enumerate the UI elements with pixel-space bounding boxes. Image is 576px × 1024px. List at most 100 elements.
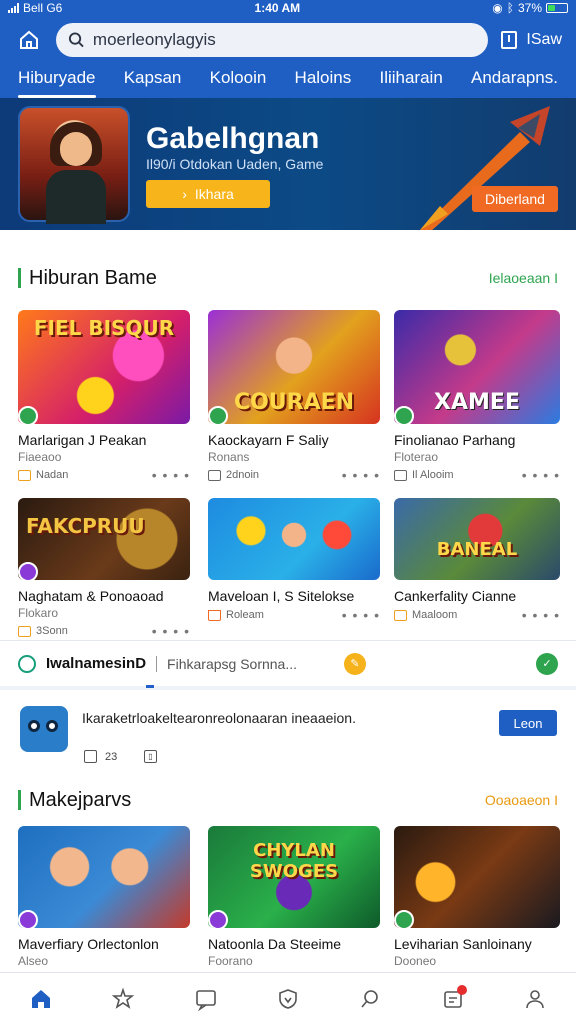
search-icon	[68, 32, 84, 48]
game-title: Natoonla Da Steeime	[208, 936, 342, 952]
comment-stat[interactable]: 23	[84, 750, 117, 763]
game-thumbnail: CHYLAN SWOGES	[208, 826, 380, 928]
nav-profile[interactable]	[515, 979, 555, 1019]
game-thumbnail-text: XAMEE	[434, 389, 520, 415]
play-icon: ›	[182, 186, 187, 202]
signal-icon	[8, 3, 19, 13]
banner-play-button[interactable]: › Ikhara	[146, 180, 270, 208]
game-thumbnail-text: FAKCPRUU	[26, 514, 145, 538]
game-meta: 2dnoin	[226, 469, 260, 481]
search-icon	[361, 989, 379, 1008]
game-subtitle: Foorano	[208, 954, 253, 968]
search-input[interactable]	[92, 30, 477, 50]
notification-badge	[456, 984, 467, 995]
game-title: Naghatam & Ponoaoad	[18, 588, 164, 604]
game-thumbnail: COURAEN	[208, 310, 380, 424]
platform-badge-icon	[18, 562, 38, 580]
nav-search[interactable]	[350, 979, 390, 1019]
game-thumbnail: BANEAL	[394, 498, 560, 580]
tab-kapsan[interactable]: Kapsan	[124, 68, 182, 98]
promo-banner[interactable]: Gabelhgnan Il90/i Otdokan Uaden, Game › …	[0, 98, 576, 230]
check-icon[interactable]: ✓	[536, 652, 558, 675]
section-header-hiburan: Hiburan Bame Ielaoeaan I	[18, 266, 558, 290]
game-card[interactable]: Maveloan I, S Sitelokse Roleam • • • •	[208, 498, 380, 622]
tab-andarapns[interactable]: Andarapns.	[471, 68, 558, 98]
home-icon	[32, 989, 51, 1008]
game-card[interactable]: COURAEN Kaockayarn F Saliy Ronans 2dnoin…	[208, 310, 380, 482]
banner-download-button[interactable]: Diberland	[472, 186, 558, 212]
game-card[interactable]: Maverfiary Orlectonlon Alseo	[18, 826, 190, 968]
game-title: Finolianao Parhang	[394, 432, 516, 448]
game-card[interactable]: FIEL BISQUR Marlarigan J Peakan Fiaeaoo …	[18, 310, 190, 482]
nav-security[interactable]	[268, 979, 308, 1019]
platform-badge-icon	[18, 406, 38, 424]
wifi-icon: ◉	[492, 1, 503, 15]
category-icon	[18, 625, 31, 637]
notification-item[interactable]: Ikaraketrloakeltearonreolonaaran ineaaei…	[0, 694, 576, 780]
game-card[interactable]: XAMEE Finolianao Parhang Floterao Il Alo…	[394, 310, 560, 482]
home-icon	[20, 30, 38, 49]
more-icon[interactable]: • • • •	[152, 624, 190, 638]
game-card[interactable]: Leviharian Sanloinany Dooneo	[394, 826, 560, 968]
more-icon[interactable]: • • • •	[522, 468, 560, 482]
bluetooth-icon: ᛒ	[506, 1, 514, 15]
game-title: Marlarigan J Peakan	[18, 432, 147, 448]
game-thumbnail	[18, 826, 190, 928]
chat-icon	[195, 989, 216, 1011]
banner-subtitle: Il90/i Otdokan Uaden, Game	[146, 156, 324, 172]
more-icon[interactable]: • • • •	[342, 468, 380, 482]
tab-hiburyade[interactable]: Hiburyade	[18, 68, 96, 98]
save-label: ISaw	[526, 31, 562, 48]
top-bar: ISaw	[0, 16, 576, 64]
divider	[156, 655, 158, 672]
more-icon[interactable]: • • • •	[522, 608, 560, 622]
game-subtitle: Flokaro	[18, 606, 59, 620]
game-thumbnail: XAMEE	[394, 310, 560, 424]
section-title: Hiburan Bame	[29, 266, 157, 289]
game-card[interactable]: FAKCPRUU Naghatam & Ponoaoad Flokaro 3So…	[18, 498, 190, 638]
game-subtitle: Alseo	[18, 954, 49, 968]
game-card[interactable]: CHYLAN SWOGES Natoonla Da Steeime Fooran…	[208, 826, 380, 968]
more-icon[interactable]: • • • •	[342, 608, 380, 622]
section-see-all-link[interactable]: Ielaoeaan I	[489, 270, 558, 286]
nav-chat[interactable]	[186, 979, 226, 1019]
notification-action-label: Leon	[513, 715, 543, 731]
tab-kolooin[interactable]: Kolooin	[210, 68, 267, 98]
nav-favorites[interactable]	[103, 979, 143, 1019]
search-box[interactable]	[56, 23, 489, 57]
platform-badge-icon	[18, 910, 38, 928]
game-title: Leviharian Sanloinany	[394, 936, 532, 952]
game-subtitle: Floterao	[394, 450, 439, 464]
scroll-indicator	[146, 685, 154, 688]
game-title: Maveloan I, S Sitelokse	[208, 588, 355, 604]
app-avatar	[20, 706, 68, 752]
carrier-label: Bell G6	[23, 1, 63, 15]
more-icon[interactable]: • • • •	[152, 468, 190, 482]
category-icon	[394, 609, 407, 621]
filter-bar: IwalnamesinD Fihkarapsg Sornna... ✎ ✓	[0, 640, 576, 690]
filter-name[interactable]: IwalnamesinD	[46, 655, 146, 672]
game-meta: 3Sonn	[36, 625, 68, 637]
save-button[interactable]: ISaw	[500, 30, 562, 50]
section-see-all-link[interactable]: Ooaoaeon I	[485, 792, 558, 808]
status-bar: Bell G6 1:40 AM ◉ ᛒ 37%	[0, 0, 576, 16]
category-icon	[18, 469, 31, 481]
nav-home[interactable]	[21, 979, 61, 1019]
notification-action-button[interactable]: Leon	[499, 710, 557, 736]
clock: 1:40 AM	[254, 1, 301, 15]
tab-iliiharain[interactable]: Iliiharain	[379, 68, 442, 98]
comment-icon	[84, 750, 97, 763]
battery-icon	[546, 3, 568, 13]
game-subtitle: Fiaeaoo	[18, 450, 62, 464]
platform-badge-icon	[208, 910, 228, 928]
game-title: Maverfiary Orlectonlon	[18, 936, 159, 952]
filter-hint[interactable]: Fihkarapsg Sornna...	[167, 656, 334, 672]
game-thumbnail-text: BANEAL	[436, 539, 518, 560]
nav-inbox[interactable]	[433, 979, 473, 1019]
game-card[interactable]: BANEAL Cankerfality Cianne Maaloom • • • …	[394, 498, 560, 622]
platform-badge-icon	[394, 406, 414, 424]
share-stat[interactable]: ▯	[144, 750, 165, 763]
tab-haloins[interactable]: Haloins	[295, 68, 352, 98]
home-button[interactable]	[14, 25, 44, 55]
badge-icon[interactable]: ✎	[344, 652, 366, 675]
